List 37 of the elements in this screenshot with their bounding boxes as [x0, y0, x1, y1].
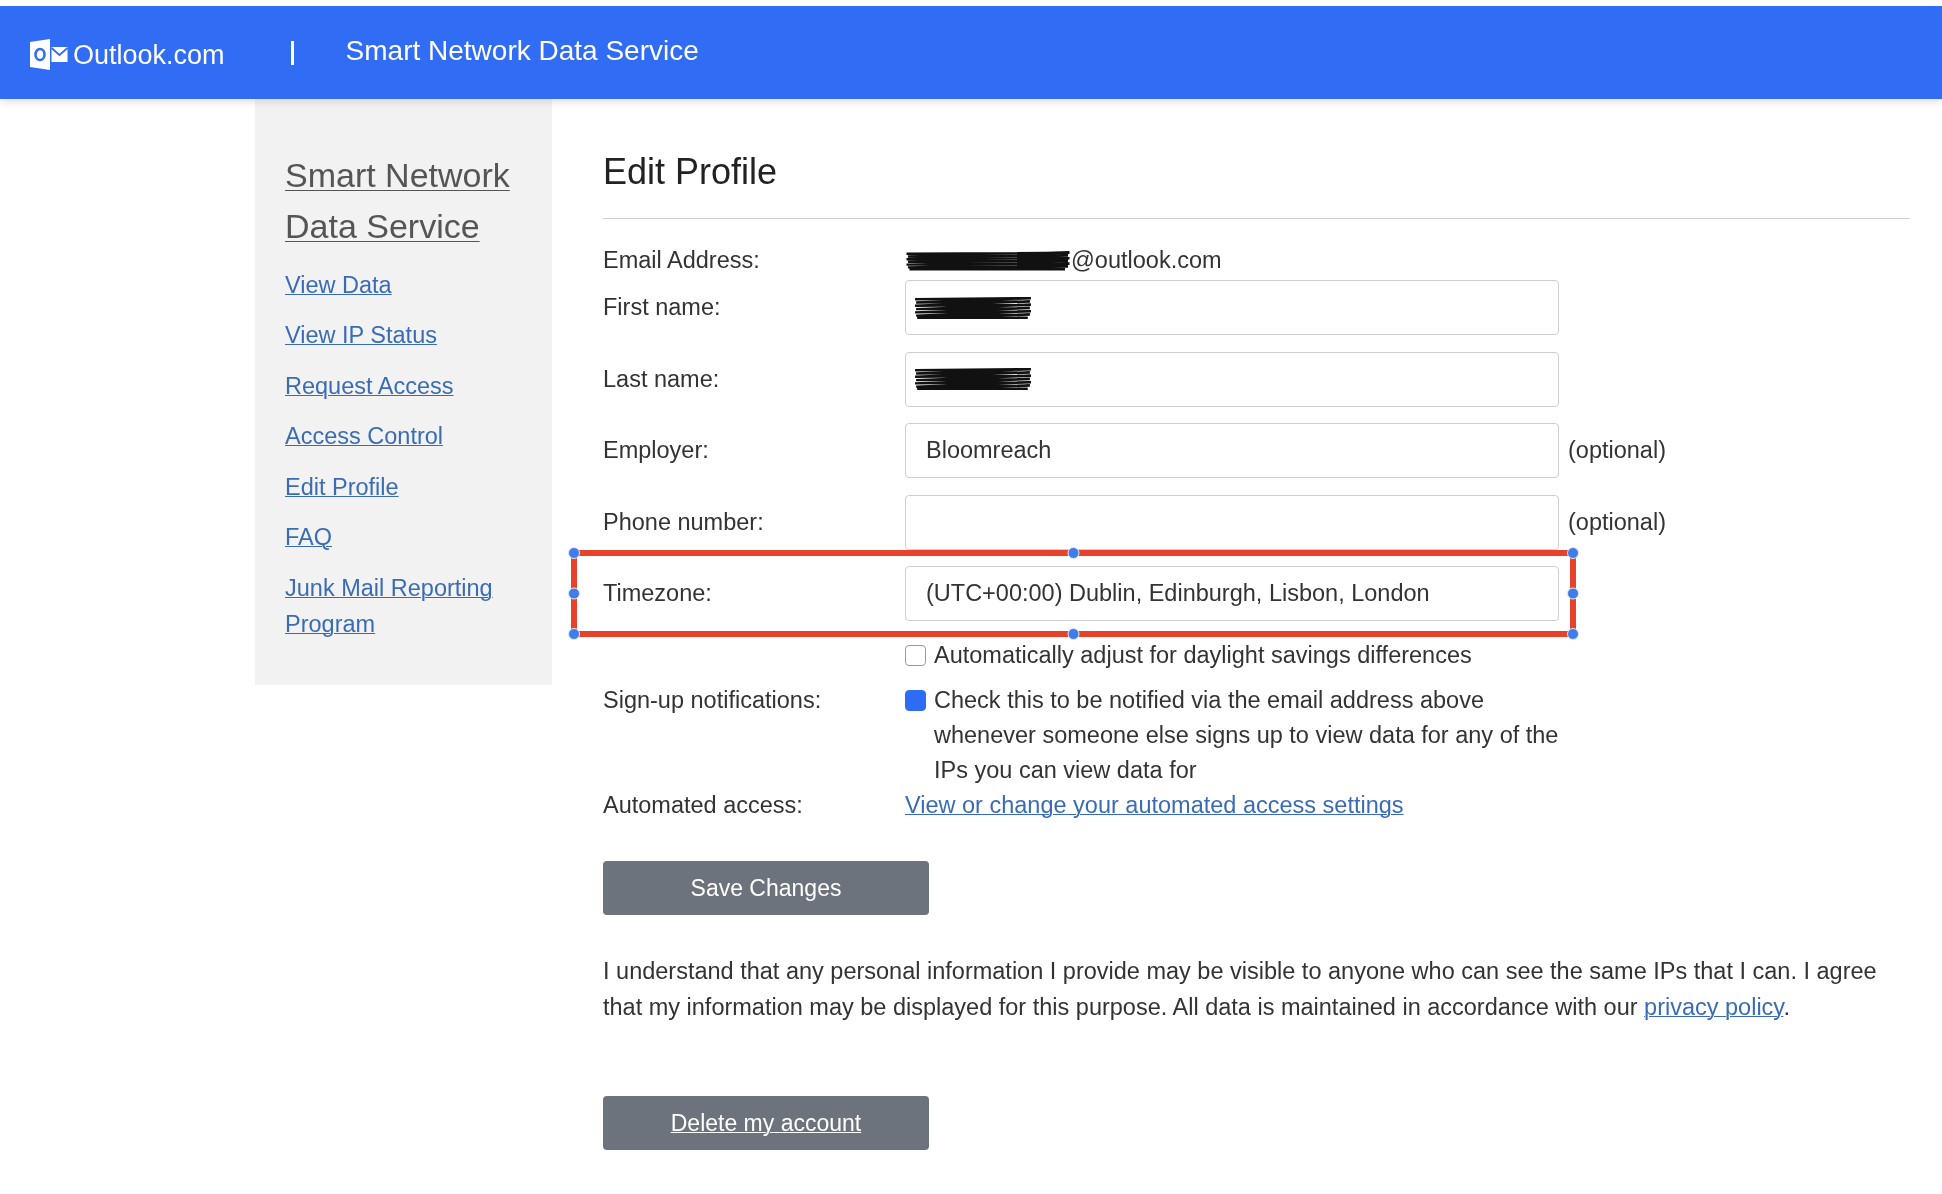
input-field[interactable]: [905, 351, 1559, 407]
sidebar-link[interactable]: View IP Status: [285, 317, 437, 353]
field-label: Sign-up notifications:: [603, 686, 823, 715]
brand-name[interactable]: Outlook.com: [73, 40, 225, 71]
settings-link[interactable]: View or change your automated access settings: [905, 788, 1404, 823]
checkbox[interactable]: [905, 644, 926, 666]
field-label: Employer:: [603, 437, 710, 464]
sidebar-link[interactable]: Edit Profile: [285, 468, 399, 505]
sidebar-link[interactable]: Junk Mail Reporting Program: [285, 569, 532, 642]
checkbox[interactable]: [905, 690, 926, 711]
optional-note: (optional): [1568, 437, 1666, 464]
envelope-logo-icon: [30, 39, 68, 70]
consent-text: I understand that any personal information I provide may be visible to anyone who can see the same IPs that I can. I agree that my information may be displayed for this purpose. All data is maintained in accordance with our privacy policy.: [603, 957, 1878, 1022]
checkbox-label: Automatically adjust for daylight savings differences: [934, 640, 1473, 670]
page-heading: Edit Profile: [603, 150, 779, 194]
save-button[interactable]: Save Changes: [603, 861, 929, 915]
delete-account-button[interactable]: Delete my account: [603, 1096, 929, 1150]
privacy-policy-link[interactable]: privacy policy: [1644, 994, 1784, 1020]
site-title: Smart Network Data Service: [345, 34, 699, 67]
field-label: Email Address:: [603, 247, 761, 274]
sidebar-link[interactable]: FAQ: [285, 519, 332, 555]
field-label: First name:: [603, 294, 722, 321]
optional-note: (optional): [1568, 508, 1666, 536]
input-field[interactable]: [905, 280, 1559, 335]
field-label: Timezone:: [603, 580, 713, 607]
sidebar-link[interactable]: View Data: [285, 266, 392, 303]
checkbox-label: Check this to be notified via the email address above whenever someone else signs up to view data for any of the IPs you can view data for: [934, 686, 1560, 785]
input-field[interactable]: Bloomreach: [905, 423, 1559, 478]
field-label: Last name:: [603, 365, 721, 393]
sidebar-title-link[interactable]: Smart Network Data Service: [285, 150, 532, 252]
field-label: Automated access:: [603, 791, 804, 820]
field-label: Phone number:: [603, 508, 765, 536]
sidebar-link[interactable]: Access Control: [285, 418, 444, 454]
email-text: @outlook.com: [1071, 247, 1222, 274]
input-field[interactable]: (UTC+00:00) Dublin, Edinburgh, Lisbon, London: [905, 566, 1559, 621]
input-field[interactable]: [905, 494, 1559, 550]
sidebar-link[interactable]: Request Access: [285, 367, 454, 404]
